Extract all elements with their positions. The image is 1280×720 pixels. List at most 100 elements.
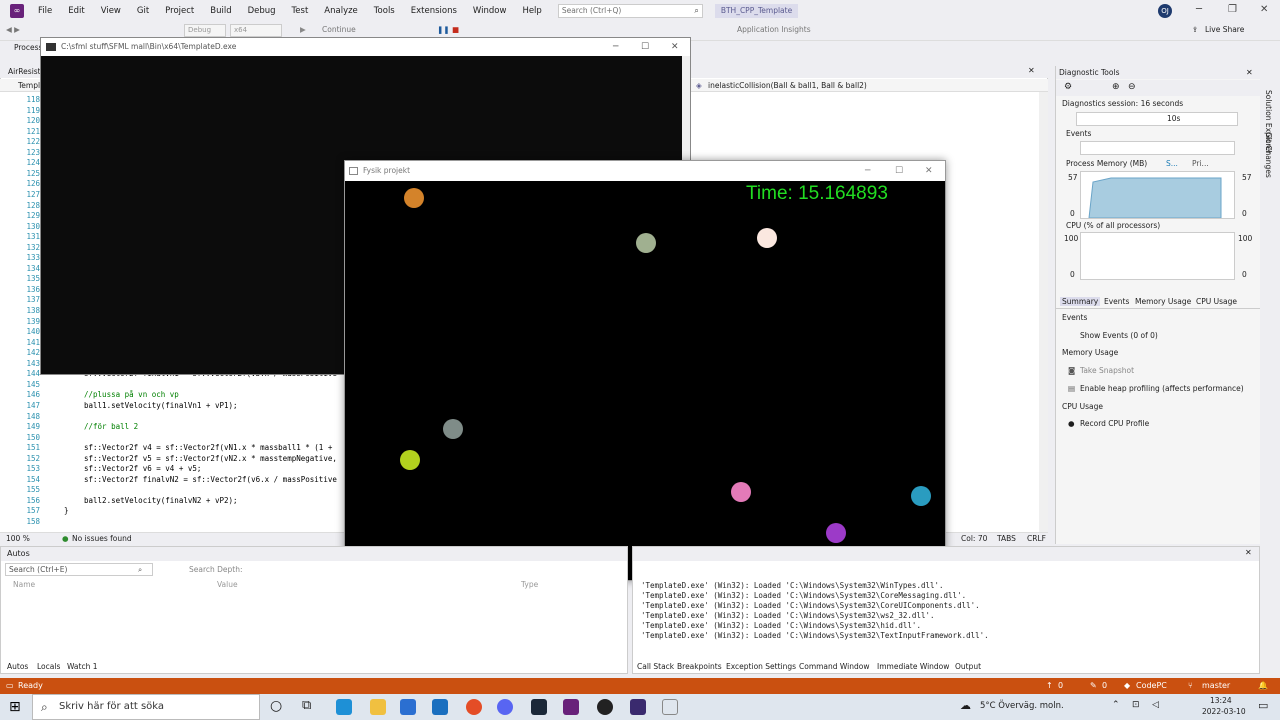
app-insights-button[interactable]: Application Insights — [737, 25, 811, 34]
discord-icon[interactable] — [497, 699, 513, 715]
sfml-minimize-icon[interactable]: ─ — [865, 161, 870, 181]
clock-date[interactable]: 2022-03-10 — [1202, 707, 1246, 716]
code-line[interactable]: //för ball 2 — [84, 422, 138, 431]
tab-immediate-window[interactable]: Immediate Window — [874, 661, 952, 672]
tab-output[interactable]: Output — [952, 661, 985, 672]
sfml-title-bar[interactable]: Fysik projekt ─ ☐ ✕ — [345, 161, 945, 181]
volume-icon[interactable]: ◁ — [1152, 700, 1159, 710]
timeline-ruler[interactable]: 10s — [1076, 112, 1238, 126]
console-minimize-icon[interactable]: ─ — [613, 38, 618, 56]
eol-indicator[interactable]: CRLF — [1027, 534, 1046, 543]
close-icon[interactable]: ✕ — [1260, 4, 1268, 15]
platform-select[interactable]: x64 — [230, 24, 282, 37]
cortana-icon[interactable]: ○ — [270, 698, 282, 714]
console-maximize-icon[interactable]: ☐ — [641, 38, 649, 56]
zoom-in-icon[interactable]: ⊕ — [1112, 82, 1120, 92]
tray-chevron-icon[interactable]: ⌃ — [1112, 700, 1120, 710]
visual-studio-taskbar-icon[interactable] — [563, 699, 579, 715]
console-close-icon[interactable]: ✕ — [671, 38, 679, 56]
column-name[interactable]: Name — [13, 580, 35, 589]
close-tab-icon[interactable]: ✕ — [1028, 66, 1035, 75]
obs-icon[interactable] — [597, 699, 613, 715]
maximize-icon[interactable]: ❐ — [1228, 4, 1237, 15]
editor-scrollbar[interactable] — [1039, 92, 1048, 532]
code-line[interactable]: sf::Vector2f v5 = sf::Vector2f(vN2.x * m… — [84, 454, 337, 463]
notification-center-icon[interactable]: ▭ — [1258, 699, 1268, 712]
sfml-maximize-icon[interactable]: ☐ — [895, 161, 903, 181]
console-title-bar[interactable]: C:\sfml stuff\SFML mall\Bin\x64\Template… — [41, 38, 690, 56]
tab-locals[interactable]: Locals — [34, 661, 63, 672]
tab-command-window[interactable]: Command Window — [796, 661, 873, 672]
clock-time[interactable]: 13:24 — [1210, 696, 1232, 705]
file-explorer-icon[interactable] — [370, 699, 386, 715]
output-close-icon[interactable]: ✕ — [1245, 548, 1252, 557]
column-type[interactable]: Type — [521, 580, 538, 589]
menu-file[interactable]: File — [30, 6, 60, 16]
events-timeline[interactable] — [1080, 141, 1235, 155]
continue-button[interactable]: Continue — [322, 25, 356, 34]
windows-start-icon[interactable]: ⊞ — [9, 699, 21, 715]
code-line[interactable]: sf::Vector2f finalvN2 = sf::Vector2f(v6.… — [84, 475, 337, 484]
live-share-icon[interactable]: ⇪ — [1192, 25, 1198, 34]
menu-project[interactable]: Project — [157, 6, 202, 16]
edge-icon[interactable] — [336, 699, 352, 715]
taskbar-search-box[interactable]: ⌕ Skriv här för att söka — [32, 694, 260, 720]
menu-extensions[interactable]: Extensions — [403, 6, 465, 16]
config-select[interactable]: Debug — [184, 24, 226, 37]
git-changes-tab[interactable]: Git Changes — [1264, 132, 1273, 178]
changes-count[interactable]: 0 — [1102, 678, 1107, 694]
repo-name[interactable]: CodePC — [1136, 678, 1167, 694]
heap-profiling-toggle[interactable]: Enable heap profiling (affects performan… — [1080, 384, 1244, 393]
chrome-icon[interactable] — [466, 699, 482, 715]
tab-events[interactable]: Events — [1104, 297, 1129, 306]
tab-memory-usage[interactable]: Memory Usage — [1135, 297, 1191, 306]
code-line[interactable]: sf::Vector2f v4 = sf::Vector2f(vN1.x * m… — [84, 443, 332, 452]
sfml-close-icon[interactable]: ✕ — [925, 161, 933, 181]
zoom-level[interactable]: 100 % — [6, 534, 30, 543]
sfml-game-window[interactable]: Fysik projekt ─ ☐ ✕ Time: 15.164893 — [344, 160, 946, 581]
settings-gear-icon[interactable]: ⚙ — [1064, 82, 1072, 92]
tab-watch1[interactable]: Watch 1 — [64, 661, 101, 672]
user-avatar[interactable]: OJ — [1158, 4, 1172, 18]
autos-search-input[interactable]: Search (Ctrl+E) ⌕ — [5, 563, 153, 576]
console-taskbar-icon[interactable] — [630, 699, 646, 715]
tab-cpu-usage[interactable]: CPU Usage — [1196, 297, 1237, 306]
member-dropdown[interactable]: inelasticCollision(Ball & ball1, Ball & … — [708, 81, 867, 90]
code-line[interactable]: //plussa på vn och vp — [84, 390, 179, 399]
tabs-indicator[interactable]: TABS — [997, 534, 1016, 543]
zoom-out-icon[interactable]: ⊖ — [1128, 82, 1136, 92]
menu-build[interactable]: Build — [202, 6, 239, 16]
show-events-link[interactable]: Show Events (0 of 0) — [1080, 331, 1158, 340]
back-icon[interactable]: ◀ ▶ — [6, 25, 20, 34]
menu-test[interactable]: Test — [284, 6, 317, 16]
code-line[interactable]: ball2.setVelocity(finalvN2 + vP2); — [84, 496, 238, 505]
code-line[interactable]: sf::Vector2f v6 = v4 + v5; — [84, 464, 201, 473]
menu-edit[interactable]: Edit — [60, 6, 92, 16]
code-line[interactable]: } — [64, 506, 69, 515]
minimize-icon[interactable]: ─ — [1196, 4, 1202, 15]
menu-view[interactable]: View — [93, 6, 129, 16]
tab-summary[interactable]: Summary — [1060, 297, 1101, 306]
tab-breakpoints[interactable]: Breakpoints — [674, 661, 725, 672]
tab-autos[interactable]: Autos — [4, 661, 32, 672]
column-value[interactable]: Value — [217, 580, 238, 589]
issues-indicator[interactable]: No issues found — [72, 534, 132, 543]
take-snapshot-button[interactable]: Take Snapshot — [1080, 366, 1134, 375]
branch-name[interactable]: master — [1202, 678, 1230, 694]
menu-git[interactable]: Git — [129, 6, 157, 16]
tab-call-stack[interactable]: Call Stack — [634, 661, 677, 672]
project-dropdown[interactable]: Templ — [18, 81, 40, 90]
search-input[interactable]: Search (Ctrl+Q) ⌕ — [557, 3, 703, 18]
tab-exception-settings[interactable]: Exception Settings — [723, 661, 799, 672]
weather-text[interactable]: 5°C Överväg. moln. — [980, 701, 1064, 711]
pause-icon[interactable]: ❚❚ — [437, 25, 450, 34]
steam-icon[interactable] — [531, 699, 547, 715]
menu-analyze[interactable]: Analyze — [316, 6, 366, 16]
network-icon[interactable]: ⊡ — [1132, 700, 1140, 710]
store-icon[interactable] — [400, 699, 416, 715]
menu-debug[interactable]: Debug — [240, 6, 284, 16]
task-view-icon[interactable]: ⧉ — [302, 698, 311, 713]
menu-window[interactable]: Window — [465, 6, 515, 16]
notification-bell-icon[interactable]: 🔔 — [1258, 678, 1268, 694]
sfml-taskbar-icon[interactable] — [662, 699, 678, 715]
